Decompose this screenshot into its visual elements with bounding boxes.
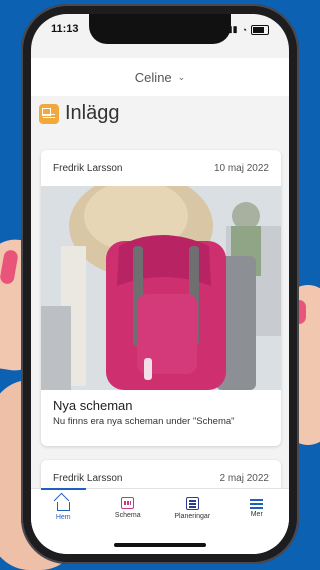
nav-label-mer: Mer: [250, 511, 263, 518]
battery-icon: [251, 24, 269, 35]
status-time: 11:13: [51, 23, 79, 35]
post-body: Nya scheman Nu finns era nya scheman und…: [53, 398, 269, 427]
phone-screen: 11:13 ▮▮▮ ◔ Celine ⌄ Inlägg Fredrik Lars…: [31, 14, 289, 554]
nav-label-home: Hem: [55, 514, 71, 521]
page-title: Inlägg: [39, 102, 120, 125]
page-title-label: Inlägg: [65, 102, 120, 124]
nav-item-home[interactable]: Hem: [31, 488, 96, 554]
bottom-navigation: Hem Schema Planeringar Mer: [31, 488, 289, 554]
post-author: Fredrik Larsson: [53, 162, 123, 174]
post-text: Nu finns era nya scheman under "Schema": [53, 416, 235, 427]
nav-label-planeringar: Planeringar: [174, 513, 211, 520]
user-switcher[interactable]: Celine ⌄: [31, 58, 289, 96]
phone: 11:13 ▮▮▮ ◔ Celine ⌄ Inlägg Fredrik Lars…: [21, 4, 299, 564]
newspaper-icon: [39, 103, 59, 124]
menu-icon: [250, 497, 264, 508]
chevron-down-icon: ⌄: [177, 71, 186, 82]
backpack-photo: [41, 186, 281, 390]
list-icon: [185, 497, 199, 510]
post-author: Fredrik Larsson: [53, 472, 123, 484]
post-image: [41, 186, 281, 390]
post-title: Nya scheman: [53, 398, 133, 413]
calendar-icon: [121, 497, 135, 509]
post-header: Fredrik Larsson 10 maj 2022: [41, 150, 281, 186]
post-date: 2 maj 2022: [219, 472, 269, 484]
wifi-icon: ◔: [241, 24, 247, 35]
nav-item-mer[interactable]: Mer: [225, 489, 290, 554]
nav-label-schema: Schema: [114, 512, 141, 519]
home-icon: [56, 502, 70, 511]
post-date: 10 maj 2022: [213, 162, 269, 174]
post-card[interactable]: Fredrik Larsson 10 maj 2022 Nya scheman …: [41, 150, 281, 446]
user-name: Celine: [134, 69, 172, 85]
home-indicator: [114, 543, 206, 547]
notch: [89, 14, 231, 44]
